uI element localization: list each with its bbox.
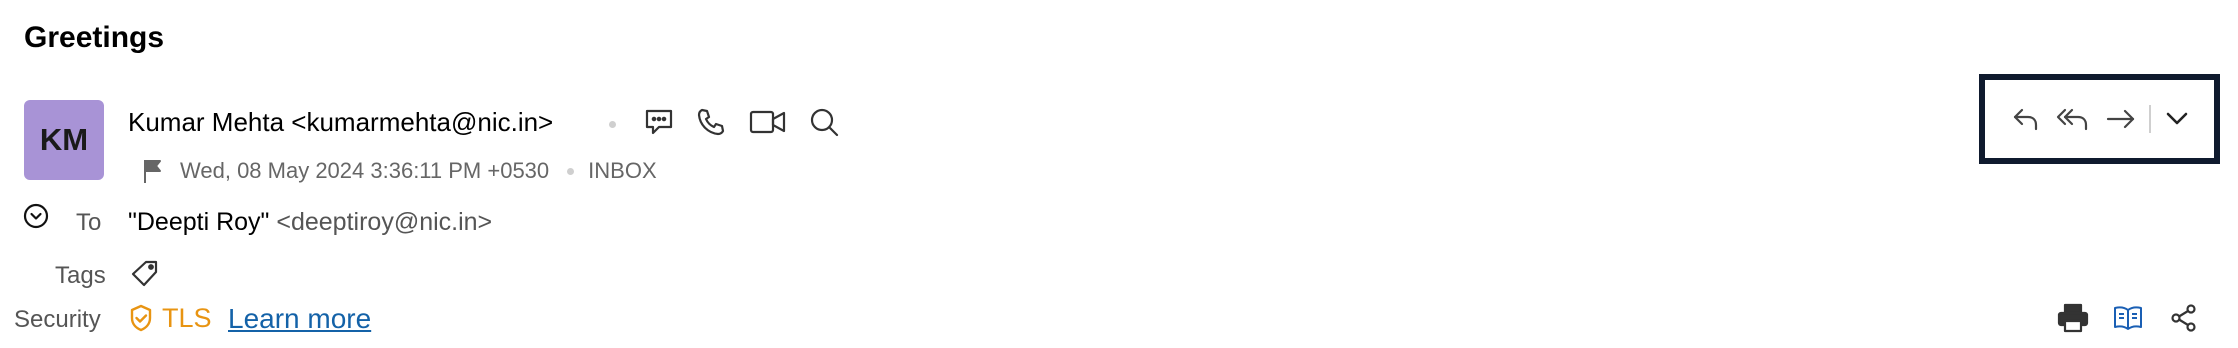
learn-more-link[interactable]: Learn more (228, 301, 371, 337)
sender-name[interactable]: Kumar Mehta <kumarmehta@nic.in> (128, 104, 553, 140)
tls-badge: TLS (128, 300, 212, 336)
tag-icon[interactable] (128, 257, 162, 291)
print-icon[interactable] (2055, 300, 2091, 336)
shield-check-icon (128, 303, 154, 333)
forward-icon[interactable] (2104, 102, 2138, 136)
email-date: Wed, 08 May 2024 3:36:11 PM +0530 (180, 158, 550, 183)
email-folder[interactable]: INBOX (588, 153, 656, 189)
phone-icon[interactable] (693, 104, 729, 140)
recipient-name: "Deepti Roy" (128, 208, 270, 236)
video-icon[interactable] (748, 104, 788, 140)
reply-icon[interactable] (2009, 102, 2043, 136)
recipient[interactable]: "Deepti Roy" <deeptiroy@nic.in> (128, 204, 492, 240)
expand-recipients-icon[interactable] (22, 202, 50, 230)
flag-icon[interactable] (140, 156, 166, 186)
reply-actions-group (1979, 74, 2220, 164)
tls-text: TLS (162, 303, 212, 333)
sender-avatar[interactable]: KM (24, 100, 104, 180)
separator-dot (609, 121, 616, 128)
email-subject: Greetings (24, 21, 165, 54)
reader-view-icon[interactable] (2110, 300, 2146, 336)
email-meta: Wed, 08 May 2024 3:36:11 PM +0530 INBOX (128, 153, 657, 189)
chat-icon[interactable] (641, 104, 677, 140)
reply-all-icon[interactable] (2054, 102, 2092, 136)
recipient-email: <deeptiroy@nic.in> (276, 208, 493, 236)
search-icon[interactable] (806, 104, 842, 140)
share-icon[interactable] (2166, 300, 2202, 336)
chevron-down-icon[interactable] (2162, 104, 2192, 134)
separator-dot (567, 167, 575, 175)
actions-divider (2148, 105, 2151, 133)
security-label: Security (14, 306, 101, 333)
to-label: To (76, 209, 102, 236)
tags-label: Tags (55, 262, 106, 289)
